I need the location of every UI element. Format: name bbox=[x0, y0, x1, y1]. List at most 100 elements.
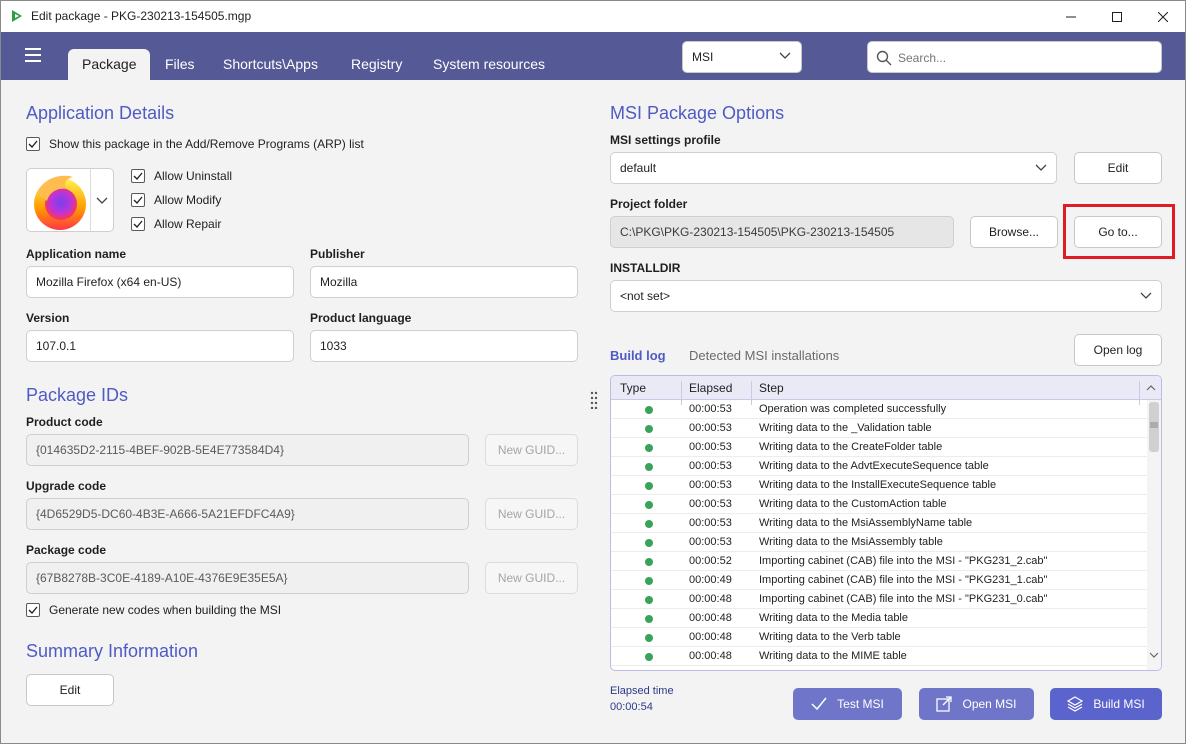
project-folder-field: C:\PKG\PKG-230213-154505\PKG-230213-1545… bbox=[610, 216, 954, 248]
summary-information-title: Summary Information bbox=[26, 641, 199, 661]
table-row[interactable]: 00:00:53 Writing data to the CreateFolder… bbox=[611, 438, 1147, 457]
checkmark-icon bbox=[26, 137, 40, 151]
chevron-up-icon[interactable] bbox=[1146, 384, 1156, 391]
tab-package[interactable]: Package bbox=[68, 49, 151, 80]
show-in-arp-label: Show this package in the Add/Remove Prog… bbox=[49, 137, 364, 151]
build-msi-label: Build MSI bbox=[1093, 697, 1145, 711]
table-row[interactable]: 00:00:53 Writing data to the MsiAssemblyN… bbox=[611, 514, 1147, 533]
log-scrollbar[interactable] bbox=[1147, 400, 1161, 670]
open-msi-label: Open MSI bbox=[962, 697, 1017, 711]
maximize-button[interactable] bbox=[1094, 1, 1140, 32]
app-icon-picker[interactable] bbox=[26, 168, 114, 232]
table-row[interactable]: 00:00:53 Operation was completed successf… bbox=[611, 400, 1147, 419]
elapsed-cell: 00:00:53 bbox=[689, 479, 732, 491]
build-log-table: Type Elapsed Step 00:00:53 Operation was … bbox=[610, 375, 1162, 671]
step-cell: Writing data to the _Validation table bbox=[759, 422, 932, 434]
new-guid-package-button[interactable]: New GUID... bbox=[485, 562, 578, 594]
tab-detected-msi[interactable]: Detected MSI installations bbox=[689, 348, 839, 363]
status-success-icon bbox=[645, 577, 653, 585]
test-msi-button[interactable]: Test MSI bbox=[793, 688, 902, 720]
allow-uninstall-label: Allow Uninstall bbox=[154, 169, 233, 183]
allow-repair-checkbox[interactable]: Allow Repair bbox=[131, 217, 221, 231]
status-success-icon bbox=[645, 501, 653, 509]
product-code-field: {014635D2-2115-4BEF-902B-5E4E773584D4} bbox=[26, 434, 469, 466]
column-elapsed[interactable]: Elapsed bbox=[689, 381, 732, 395]
checkmark-icon bbox=[131, 217, 145, 231]
window-title: Edit package - PKG-230213-154505.mgp bbox=[31, 9, 252, 23]
profile-edit-button[interactable]: Edit bbox=[1074, 152, 1162, 184]
step-cell: Writing data to the Media table bbox=[759, 612, 908, 624]
tab-build-log[interactable]: Build log bbox=[610, 348, 666, 363]
installdir-select[interactable]: <not set> bbox=[610, 280, 1162, 312]
build-type-value: MSI bbox=[692, 50, 714, 64]
step-cell: Importing cabinet (CAB) file into the MS… bbox=[759, 574, 1048, 586]
column-type[interactable]: Type bbox=[620, 381, 646, 395]
tab-shortcuts-apps[interactable]: Shortcuts\Apps bbox=[223, 49, 318, 80]
menu-icon[interactable] bbox=[25, 48, 41, 62]
step-cell: Writing data to the MsiAssemblyName tabl… bbox=[759, 517, 973, 529]
version-label: Version bbox=[26, 311, 70, 325]
status-success-icon bbox=[645, 596, 653, 604]
package-code-label: Package code bbox=[26, 543, 107, 557]
table-row[interactable]: 00:00:48 Importing cabinet (CAB) file int… bbox=[611, 590, 1147, 609]
build-type-select[interactable]: MSI bbox=[682, 41, 802, 73]
status-success-icon bbox=[645, 463, 653, 471]
upgrade-code-field: {4D6529D5-DC60-4B3E-A666-5A21EFDFC4A9} bbox=[26, 498, 469, 530]
close-icon bbox=[1158, 11, 1168, 22]
search-box[interactable] bbox=[867, 41, 1162, 73]
checkmark-icon bbox=[26, 603, 40, 617]
summary-edit-button[interactable]: Edit bbox=[26, 674, 114, 706]
generate-codes-checkbox[interactable]: Generate new codes when building the MSI bbox=[26, 603, 281, 617]
elapsed-cell: 00:00:53 bbox=[689, 422, 732, 434]
table-row[interactable]: 00:00:53 Writing data to the AdvtExecuteS… bbox=[611, 457, 1147, 476]
table-row[interactable]: 00:00:48 Writing data to the Media table bbox=[611, 609, 1147, 628]
search-icon bbox=[876, 50, 892, 66]
tab-files[interactable]: Files bbox=[165, 49, 195, 80]
table-row[interactable]: 00:00:48 Writing data to the MIME table bbox=[611, 647, 1147, 666]
search-input[interactable] bbox=[898, 48, 1148, 68]
version-field[interactable]: 107.0.1 bbox=[26, 330, 294, 362]
edit-package-window: Edit package - PKG-230213-154505.mgp Pac… bbox=[0, 0, 1186, 744]
open-log-button[interactable]: Open log bbox=[1074, 334, 1162, 366]
table-row[interactable]: 00:00:53 Writing data to the CustomAction… bbox=[611, 495, 1147, 514]
msi-settings-profile-select[interactable]: default bbox=[610, 152, 1057, 184]
table-row[interactable]: 00:00:53 Writing data to the _Validation … bbox=[611, 419, 1147, 438]
project-folder-label: Project folder bbox=[610, 197, 688, 211]
publisher-field[interactable]: Mozilla bbox=[310, 266, 578, 298]
chevron-down-icon[interactable] bbox=[1149, 652, 1159, 659]
new-guid-product-button[interactable]: New GUID... bbox=[485, 434, 578, 466]
step-cell: Importing cabinet (CAB) file into the MS… bbox=[759, 555, 1048, 567]
tab-system-resources[interactable]: System resources bbox=[433, 49, 545, 80]
status-success-icon bbox=[645, 539, 653, 547]
elapsed-time-label: Elapsed time bbox=[610, 685, 674, 697]
application-name-field[interactable]: Mozilla Firefox (x64 en-US) bbox=[26, 266, 294, 298]
show-in-arp-checkbox[interactable]: Show this package in the Add/Remove Prog… bbox=[26, 137, 364, 151]
close-button[interactable] bbox=[1140, 1, 1186, 32]
open-msi-button[interactable]: Open MSI bbox=[919, 688, 1034, 720]
application-details-title: Application Details bbox=[26, 103, 175, 123]
column-step[interactable]: Step bbox=[759, 381, 784, 395]
msi-package-options-title: MSI Package Options bbox=[610, 103, 785, 123]
product-language-field[interactable]: 1033 bbox=[310, 330, 578, 362]
minimize-button[interactable] bbox=[1048, 1, 1094, 32]
publisher-label: Publisher bbox=[310, 247, 365, 261]
new-guid-upgrade-button[interactable]: New GUID... bbox=[485, 498, 578, 530]
table-row[interactable]: 00:00:48 Writing data to the Verb table bbox=[611, 628, 1147, 647]
tab-registry[interactable]: Registry bbox=[351, 49, 402, 80]
build-msi-button[interactable]: Build MSI bbox=[1050, 688, 1162, 720]
installdir-label: INSTALLDIR bbox=[610, 261, 681, 275]
table-row[interactable]: 00:00:52 Importing cabinet (CAB) file int… bbox=[611, 552, 1147, 571]
status-success-icon bbox=[645, 444, 653, 452]
table-row[interactable]: 00:00:53 Writing data to the InstallExecu… bbox=[611, 476, 1147, 495]
allow-uninstall-checkbox[interactable]: Allow Uninstall bbox=[131, 169, 232, 183]
table-row[interactable]: 00:00:49 Importing cabinet (CAB) file int… bbox=[611, 571, 1147, 590]
package-code-field: {67B8278B-3C0E-4189-A10E-4376E9E35E5A} bbox=[26, 562, 469, 594]
table-row[interactable]: 00:00:53 Writing data to the MsiAssembly … bbox=[611, 533, 1147, 552]
allow-modify-checkbox[interactable]: Allow Modify bbox=[131, 193, 221, 207]
title-bar: Edit package - PKG-230213-154505.mgp bbox=[1, 1, 1185, 32]
splitter-grip-icon[interactable] bbox=[590, 391, 598, 409]
external-link-icon bbox=[936, 696, 953, 712]
browse-button[interactable]: Browse... bbox=[970, 216, 1058, 248]
step-cell: Writing data to the MsiAssembly table bbox=[759, 536, 943, 548]
elapsed-cell: 00:00:53 bbox=[689, 498, 732, 510]
